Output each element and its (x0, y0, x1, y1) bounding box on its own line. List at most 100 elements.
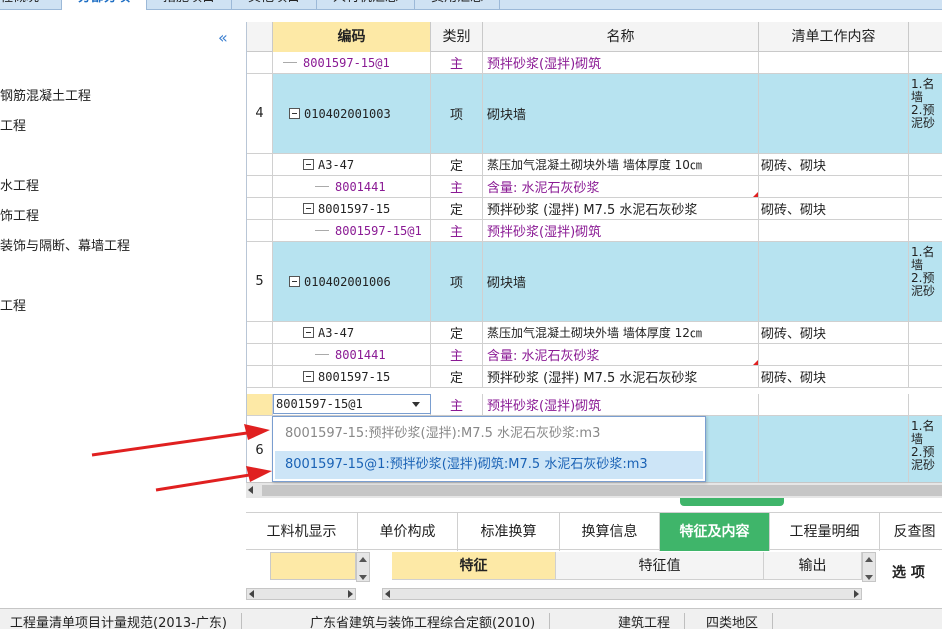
row-type[interactable]: 定 (431, 198, 483, 220)
header-name[interactable]: 名称 (483, 22, 759, 52)
code-combo-input[interactable]: 8001597-15@1 (273, 394, 431, 414)
row-type[interactable]: 主 (431, 394, 483, 416)
scroll-left-icon[interactable] (248, 486, 253, 494)
scroll-left-icon[interactable] (249, 590, 254, 598)
table-row[interactable]: 8001441 主 含量: 水泥石灰砂浆 (247, 344, 942, 366)
comment-marker-icon (753, 192, 758, 197)
header-output[interactable]: 输出 (764, 552, 862, 580)
table-row[interactable]: A3-47 定 蒸压加气混凝土砌块外墙 墙体厚度 12㎝ 砌砖、砌块 (247, 322, 942, 344)
header-type[interactable]: 类别 (431, 22, 483, 52)
row-type[interactable]: 定 (431, 366, 483, 388)
grid-horizontal-scrollbar[interactable] (246, 482, 942, 498)
tab-features-content[interactable]: 特征及内容 (660, 513, 770, 551)
row-code: 8001597-15@1 (335, 223, 422, 238)
row-type[interactable]: 定 (431, 322, 483, 344)
dropdown-option[interactable]: 8001597-15:预拌砂浆(湿拌):M7.5 水泥石灰砂浆:m3 (275, 420, 703, 448)
table-row[interactable]: 8001597-15 定 预拌砂浆 (湿拌) M7.5 水泥石灰砂浆 砌砖、砌块 (247, 198, 942, 220)
tab-conversion-info[interactable]: 换算信息 (560, 513, 660, 551)
tab-measures[interactable]: 措施项目 (147, 0, 233, 10)
tree-item[interactable]: 水工程 (0, 176, 39, 198)
scroll-down-icon[interactable] (359, 575, 367, 580)
feature-horizontal-scrollbar[interactable] (382, 588, 862, 600)
row-feature-desc[interactable]: 1.名 墙 2.预 泥砂 (909, 74, 942, 154)
row-name[interactable]: 蒸压加气混凝土砌块外墙 墙体厚度 12㎝ (483, 322, 759, 344)
row-name[interactable]: 蒸压加气混凝土砌块外墙 墙体厚度 10㎝ (483, 154, 759, 176)
row-name[interactable]: 预拌砂浆(湿拌)砌筑 (483, 394, 759, 416)
row-type[interactable]: 主 (431, 176, 483, 198)
row-type[interactable]: 项 (431, 242, 483, 322)
scroll-down-icon[interactable] (865, 575, 873, 580)
row-type[interactable]: 主 (431, 220, 483, 242)
division-tree-panel: « 钢筋混凝土工程 工程 水工程 饰工程 装饰与隔断、幕墙工程 工程 (0, 22, 244, 482)
row-feature-desc[interactable]: 1.名 墙 2.预 泥砂 (909, 416, 942, 484)
row-code: 010402001006 (304, 274, 391, 289)
row-name[interactable]: 预拌砂浆 (湿拌) M7.5 水泥石灰砂浆 (483, 198, 759, 220)
row-name[interactable]: 砌块墙 (483, 242, 759, 322)
row-name[interactable]: 预拌砂浆(湿拌)砌筑 (483, 220, 759, 242)
row-type[interactable]: 主 (431, 344, 483, 366)
row-work-content[interactable]: 砌砖、砌块 (759, 322, 909, 344)
table-row[interactable]: 8001597-15@1 主 预拌砂浆(湿拌)砌筑 (247, 52, 942, 74)
collapse-minus-icon[interactable] (303, 159, 314, 170)
scroll-right-icon[interactable] (854, 590, 859, 598)
tab-cost-summary[interactable]: 费用汇总 (415, 0, 501, 10)
scroll-thumb[interactable] (262, 485, 942, 496)
table-row[interactable]: A3-47 定 蒸压加气混凝土砌块外墙 墙体厚度 10㎝ 砌砖、砌块 (247, 154, 942, 176)
header-code[interactable]: 编码 (273, 22, 431, 52)
header-feature[interactable]: 特征 (392, 552, 556, 580)
row-work-content[interactable]: 砌砖、砌块 (759, 154, 909, 176)
row-name[interactable]: 砌块墙 (483, 74, 759, 154)
vertical-scrollbar[interactable] (356, 552, 370, 582)
row-name[interactable]: 预拌砂浆 (湿拌) M7.5 水泥石灰砂浆 (483, 366, 759, 388)
row-work-content[interactable]: 砌砖、砌块 (759, 198, 909, 220)
tree-item[interactable]: 装饰与隔断、幕墙工程 (0, 236, 130, 258)
collapse-minus-icon[interactable] (289, 108, 300, 119)
tree-item[interactable]: 工程 (0, 296, 26, 318)
tab-sub-items[interactable]: 分部分项 (62, 0, 148, 10)
table-row[interactable]: 8001597-15 定 预拌砂浆 (湿拌) M7.5 水泥石灰砂浆 砌砖、砌块 (247, 366, 942, 388)
scroll-up-icon[interactable] (865, 557, 873, 562)
row-name[interactable]: 含量: 水泥石灰砂浆 (483, 344, 759, 366)
table-row[interactable]: 8001441 主 含量: 水泥石灰砂浆 (247, 176, 942, 198)
header-work-content[interactable]: 清单工作内容 (759, 22, 909, 52)
grid-header: 编码 类别 名称 清单工作内容 (247, 22, 942, 52)
tab-resources[interactable]: 工料机显示 (246, 513, 358, 551)
tab-resource-summary[interactable]: 人材机汇总 (317, 0, 416, 10)
table-row[interactable]: 8001597-15@1 主 预拌砂浆(湿拌)砌筑 (247, 220, 942, 242)
tab-standard-conversion[interactable]: 标准换算 (458, 513, 560, 551)
tab-unit-price[interactable]: 单价构成 (358, 513, 458, 551)
row-work-content[interactable]: 砌砖、砌块 (759, 366, 909, 388)
tree-item[interactable]: 钢筋混凝土工程 (0, 86, 91, 108)
detail-tab-strip: 工料机显示 单价构成 标准换算 换算信息 特征及内容 工程量明细 反查图 (246, 512, 942, 551)
scroll-left-icon[interactable] (385, 590, 390, 598)
tab-other-items[interactable]: 其他项目 (232, 0, 318, 10)
row-type[interactable]: 定 (431, 154, 483, 176)
collapse-minus-icon[interactable] (303, 371, 314, 382)
tab-reverse-lookup[interactable]: 反查图 (880, 513, 942, 551)
collapse-minus-icon[interactable] (289, 276, 300, 287)
row-code: 8001597-15 (318, 369, 391, 384)
scroll-up-icon[interactable] (359, 557, 367, 562)
vertical-scrollbar[interactable] (862, 552, 876, 582)
tree-item[interactable]: 工程 (0, 116, 26, 138)
collapse-minus-icon[interactable] (303, 203, 314, 214)
row-type[interactable]: 项 (431, 74, 483, 154)
dropdown-option-selected[interactable]: 8001597-15@1:预拌砂浆(湿拌)砌筑:M7.5 水泥石灰砂浆:m3 (275, 451, 703, 479)
panel-splitter-handle[interactable] (680, 498, 784, 506)
row-feature-desc[interactable]: 1.名 墙 2.预 泥砂 (909, 242, 942, 322)
row-type[interactable]: 主 (431, 52, 483, 74)
scroll-right-icon[interactable] (348, 590, 353, 598)
tab-quantity-detail[interactable]: 工程量明细 (770, 513, 880, 551)
dropdown-arrow-icon[interactable] (412, 402, 420, 407)
header-feature-value[interactable]: 特征值 (556, 552, 764, 580)
collapse-panel-icon[interactable]: « (218, 28, 228, 47)
code-dropdown-list: 8001597-15:预拌砂浆(湿拌):M7.5 水泥石灰砂浆:m3 80015… (272, 416, 706, 482)
row-name[interactable]: 含量: 水泥石灰砂浆 (483, 176, 759, 198)
tree-item[interactable]: 饰工程 (0, 206, 39, 228)
row-name[interactable]: 预拌砂浆(湿拌)砌筑 (483, 52, 759, 74)
collapse-minus-icon[interactable] (303, 327, 314, 338)
table-row[interactable]: 4 010402001003 项 砌块墙 1.名 墙 2.预 泥砂 (247, 74, 942, 154)
table-row[interactable]: 5 010402001006 项 砌块墙 1.名 墙 2.预 泥砂 (247, 242, 942, 322)
tab-project-overview[interactable]: 程概况 (0, 0, 62, 10)
subgrid-horizontal-scrollbar[interactable] (246, 588, 356, 600)
